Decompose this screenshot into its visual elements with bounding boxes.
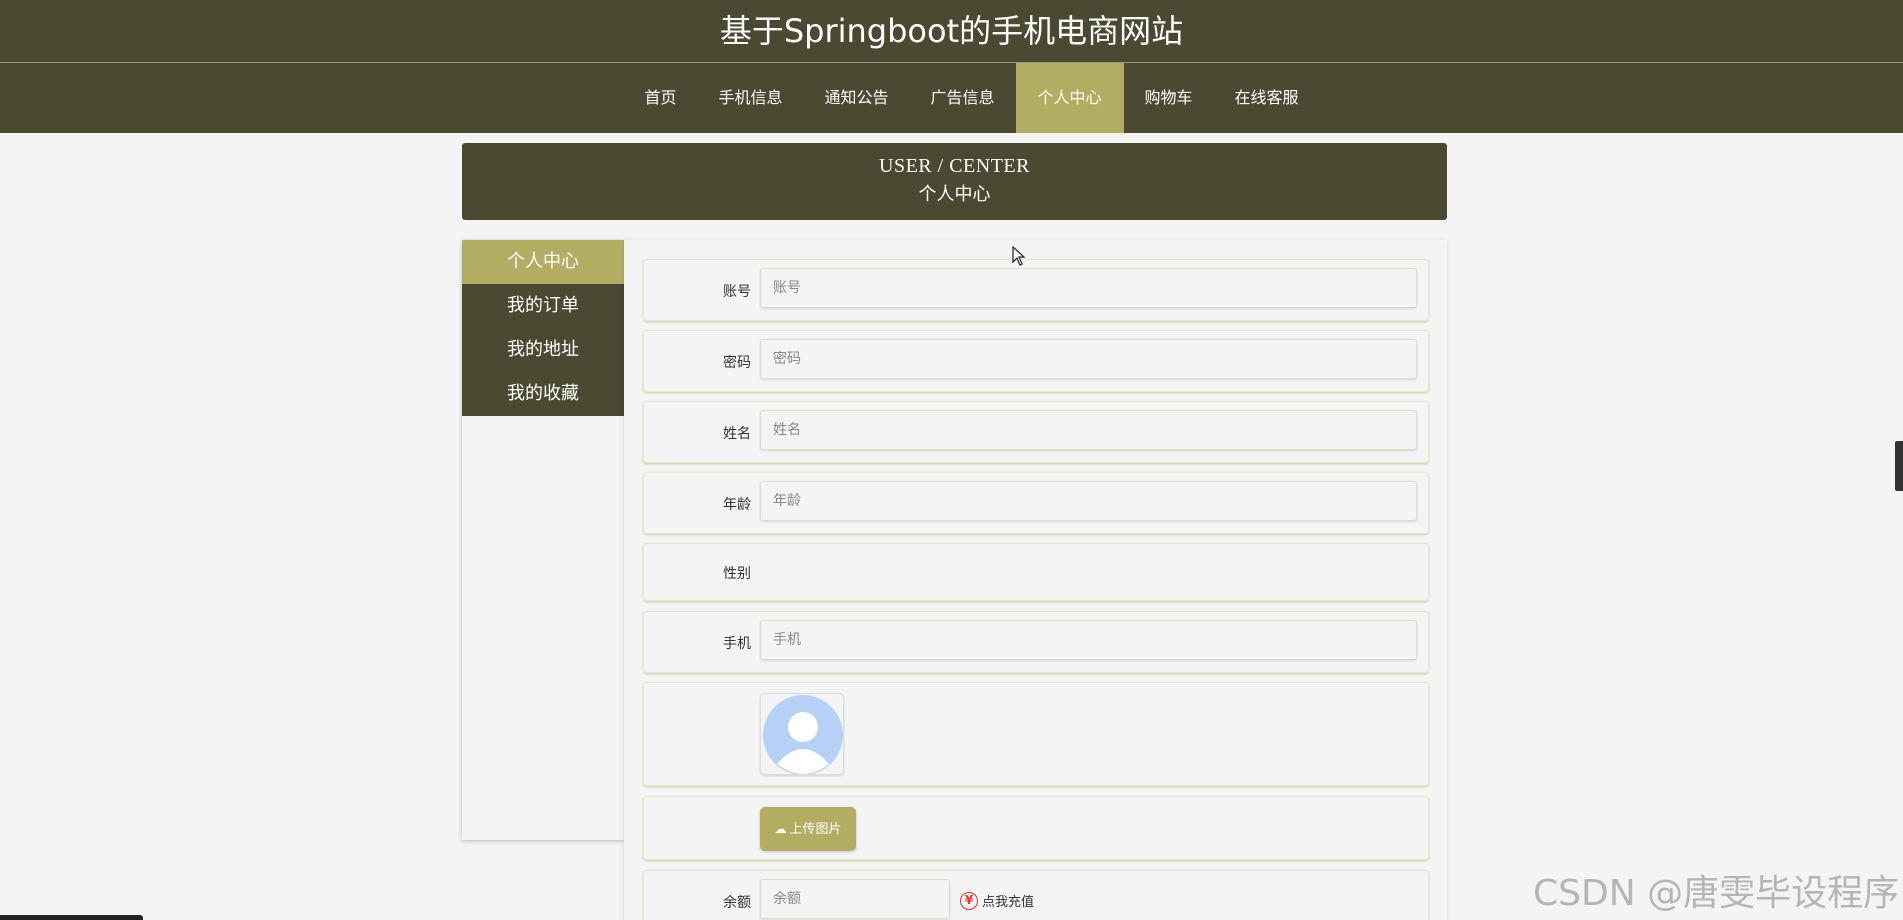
sidebar-item-user-center[interactable]: 个人中心 xyxy=(462,240,624,284)
sidebar-item-my-orders[interactable]: 我的订单 xyxy=(462,284,624,328)
nav-item-notices[interactable]: 通知公告 xyxy=(803,63,909,133)
default-avatar-icon xyxy=(763,695,843,774)
mouse-cursor-icon xyxy=(1012,246,1026,266)
section-banner: USER / CENTER 个人中心 xyxy=(462,143,1447,220)
gender-label: 性别 xyxy=(723,566,751,582)
sidebar-item-my-address[interactable]: 我的地址 xyxy=(462,328,624,372)
watermark: CSDN @唐雯毕设程序 xyxy=(1533,873,1900,914)
profile-form: 账号 密码 姓名 年龄 性别 手机 ☁上传图片 余额 xyxy=(624,240,1447,920)
password-input[interactable] xyxy=(760,339,1417,379)
nav-item-ads[interactable]: 广告信息 xyxy=(909,63,1015,133)
nav-item-home[interactable]: 首页 xyxy=(623,63,697,133)
site-header: 基于Springboot的手机电商网站 首页 手机信息 通知公告 广告信息 个人… xyxy=(0,0,1903,133)
avatar[interactable] xyxy=(760,693,844,775)
recharge-label: 点我充值 xyxy=(982,895,1035,910)
yen-icon: ¥ xyxy=(960,891,978,910)
age-input[interactable] xyxy=(760,481,1417,521)
phone-input[interactable] xyxy=(760,620,1417,660)
user-sidebar: 个人中心 我的订单 我的地址 我的收藏 xyxy=(462,240,624,840)
balance-label: 余额 xyxy=(723,895,751,911)
recharge-link[interactable]: ¥ 点我充值 xyxy=(960,891,1034,910)
form-row-gender: 性别 xyxy=(643,543,1429,601)
banner-title-cn: 个人中心 xyxy=(918,184,991,205)
site-title: 基于Springboot的手机电商网站 xyxy=(719,12,1184,50)
form-row-phone: 手机 xyxy=(643,611,1429,673)
nav-item-user-center[interactable]: 个人中心 xyxy=(1015,63,1124,133)
upload-button-label: 上传图片 xyxy=(789,822,842,837)
main-nav: 首页 手机信息 通知公告 广告信息 个人中心 购物车 在线客服 xyxy=(0,63,1903,133)
banner-title-en: USER / CENTER xyxy=(879,155,1030,177)
form-row-upload: ☁ 上传图片 xyxy=(643,796,1429,860)
age-label: 年龄 xyxy=(723,497,751,513)
cloud-upload-icon: ☁ xyxy=(774,822,787,836)
name-input[interactable] xyxy=(760,410,1417,450)
form-row-avatar xyxy=(643,682,1429,786)
form-row-password: 密码 xyxy=(643,330,1429,392)
form-row-account: 账号 xyxy=(643,259,1429,321)
nav-item-customer-service[interactable]: 在线客服 xyxy=(1214,63,1320,133)
upload-image-button[interactable]: ☁ 上传图片 xyxy=(760,807,856,851)
sidebar-item-my-favorites[interactable]: 我的收藏 xyxy=(462,372,624,416)
form-row-name: 姓名 xyxy=(643,401,1429,463)
account-label: 账号 xyxy=(723,284,751,300)
name-label: 姓名 xyxy=(723,426,751,442)
bottom-status-bar xyxy=(0,915,143,920)
phone-label: 手机 xyxy=(723,636,751,652)
password-label: 密码 xyxy=(723,355,751,371)
nav-item-phone-info[interactable]: 手机信息 xyxy=(697,63,803,133)
balance-input[interactable] xyxy=(760,879,950,919)
side-float-tab[interactable] xyxy=(1895,441,1903,491)
form-row-balance: 余额 ¥ 点我充值 xyxy=(643,870,1429,920)
nav-item-cart[interactable]: 购物车 xyxy=(1124,63,1214,133)
form-row-age: 年龄 xyxy=(643,472,1429,534)
account-input[interactable] xyxy=(760,268,1417,308)
